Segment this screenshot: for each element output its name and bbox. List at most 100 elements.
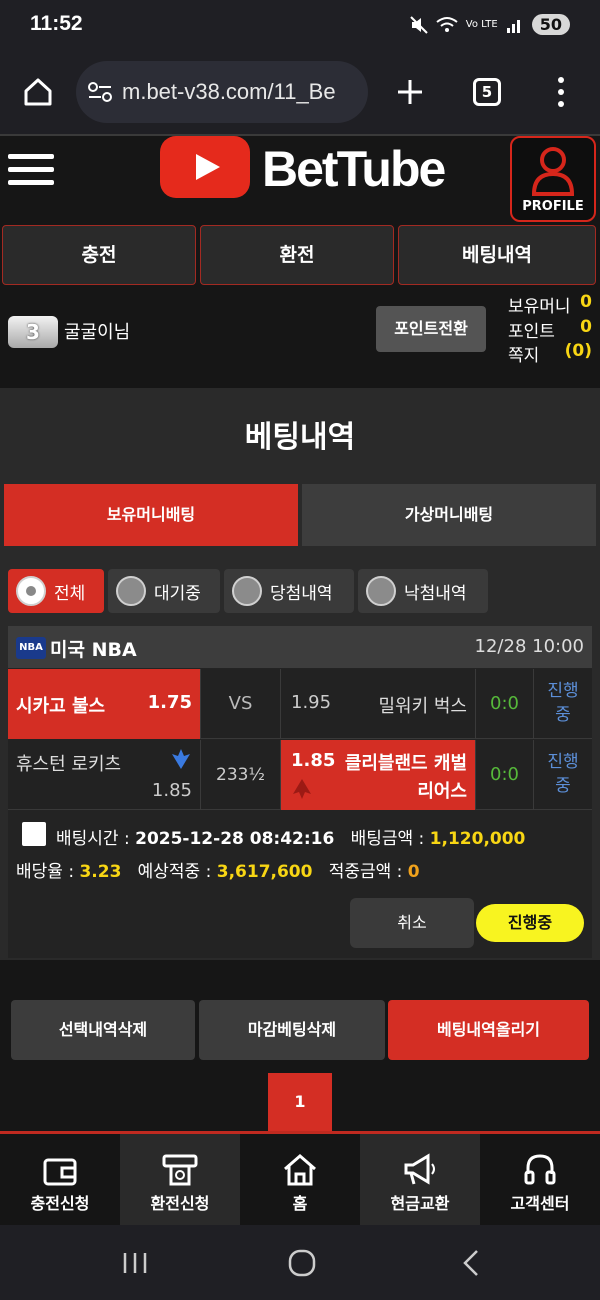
post-history-button[interactable]: 베팅내역올리기 [388, 1000, 589, 1060]
recent-apps-icon[interactable] [122, 1251, 148, 1275]
tab-real-money[interactable]: 보유머니배팅 [4, 484, 298, 546]
radio-checked-icon [16, 576, 46, 606]
money-value: 0 [580, 292, 592, 312]
home-pick-selected[interactable]: 시카고 불스 1.75 [8, 669, 201, 739]
home-odds: 1.85 [151, 780, 192, 801]
home-team: 휴스턴 로키츠 [16, 754, 122, 775]
filter-all[interactable]: 전체 [8, 569, 104, 613]
clock: 11:52 [30, 12, 83, 35]
nav-label: 고객센터 [510, 1194, 570, 1213]
address-bar[interactable]: m.bet-v38.com/11_Be [76, 61, 368, 123]
away-team: 밀워키 벅스 [378, 696, 467, 717]
away-pick-selected[interactable]: 1.85 클리블랜드 캐벌리어스 [281, 740, 476, 810]
site-logo[interactable]: BetTube [262, 140, 446, 198]
money-row: 보유머니 0 [508, 292, 592, 317]
tab-switcher-button[interactable]: 5 [473, 78, 501, 106]
home-icon[interactable] [22, 76, 54, 108]
home-pick[interactable]: 휴스턴 로키츠 1.85 [8, 740, 201, 810]
nav-charge[interactable]: 충전신청 [0, 1134, 120, 1226]
point-row: 포인트 0 [508, 317, 592, 342]
mute-icon [410, 15, 428, 34]
delete-closed-button[interactable]: 마감베팅삭제 [199, 1000, 385, 1060]
message-label: 쪽지 [508, 346, 540, 366]
score: 0:0 [476, 669, 534, 739]
point-label: 포인트 [508, 322, 555, 342]
menu-icon[interactable] [8, 154, 54, 193]
wallet-icon [43, 1158, 77, 1186]
more-menu-icon[interactable] [556, 76, 566, 108]
headset-icon [524, 1154, 556, 1185]
message-row[interactable]: 쪽지 (0) [508, 341, 592, 366]
charge-button[interactable]: 충전 [2, 225, 196, 285]
point-value: 0 [580, 317, 592, 337]
bet-amount-label: 배팅금액 : [350, 829, 425, 849]
nav-home[interactable]: 홈 [240, 1134, 360, 1226]
radio-icon [232, 576, 262, 606]
browser-toolbar: m.bet-v38.com/11_Be 5 [0, 56, 600, 134]
back-icon[interactable] [462, 1249, 480, 1277]
away-odds: 1.85 [291, 750, 336, 771]
bet-history-button[interactable]: 베팅내역 [398, 225, 596, 285]
odds-label: 배당율 : [16, 862, 75, 882]
table-row: 휴스턴 로키츠 1.85 233½ 1.85 클리블랜드 캐벌리어스 0:0 진… [8, 740, 592, 810]
radio-icon [116, 576, 146, 606]
filter-lost[interactable]: 낙첨내역 [358, 569, 488, 613]
under-arrow-icon [172, 749, 190, 769]
status-badge: 진행중 [476, 904, 584, 942]
filter-won[interactable]: 당첨내역 [224, 569, 354, 613]
page-title: 베팅내역 [244, 420, 356, 455]
nav-withdraw[interactable]: 환전신청 [120, 1134, 240, 1226]
logo-play-icon[interactable] [160, 136, 250, 198]
volte-label: Vo LTE [465, 19, 498, 30]
game-status: 진행중 [547, 681, 579, 725]
point-convert-button[interactable]: 포인트전환 [376, 306, 486, 352]
nav-label: 환전신청 [150, 1194, 210, 1213]
wifi-icon [436, 16, 458, 32]
atm-icon [162, 1154, 198, 1186]
withdraw-button[interactable]: 환전 [200, 225, 394, 285]
game-datetime: 12/28 10:00 [474, 636, 584, 657]
profile-button[interactable]: PROFILE [510, 136, 596, 222]
total-line: 233½ [201, 740, 281, 810]
expected-label: 예상적중 : [137, 862, 212, 882]
filter-label: 대기중 [154, 583, 201, 604]
filter-label: 전체 [54, 583, 86, 604]
expected-win: 3,617,600 [216, 862, 313, 882]
system-nav-bar [0, 1225, 600, 1300]
radio-icon [366, 576, 396, 606]
home-button-icon[interactable] [288, 1249, 316, 1277]
nav-support[interactable]: 고객센터 [480, 1134, 600, 1226]
bet-time-line: 배팅시간 : 2025-12-28 08:42:16 배팅금액 : 1,120,… [56, 824, 525, 849]
username: 굴굴이님 [64, 322, 131, 343]
filter-label: 낙첨내역 [404, 583, 467, 604]
score: 0:0 [476, 740, 534, 810]
new-tab-icon[interactable] [396, 78, 424, 106]
nav-label: 현금교환 [390, 1194, 450, 1213]
filter-label: 당첨내역 [270, 583, 333, 604]
tab-virtual-money[interactable]: 가상머니배팅 [302, 484, 596, 546]
delete-selected-button[interactable]: 선택내역삭제 [11, 1000, 195, 1060]
site-header: BetTube PROFILE [0, 134, 600, 222]
money-label: 보유머니 [508, 297, 571, 317]
site-settings-icon[interactable] [88, 81, 112, 103]
message-count: (0) [564, 341, 592, 361]
league-header: NBA 미국 NBA 12/28 10:00 [8, 626, 592, 668]
pagination-page-1[interactable]: 1 [268, 1073, 332, 1131]
bet-time: 2025-12-28 08:42:16 [135, 829, 335, 849]
status-bar: 11:52 Vo LTE 50 [0, 0, 600, 56]
bet-time-label: 배팅시간 : [56, 829, 130, 849]
away-pick[interactable]: 1.95 밀워키 벅스 [281, 669, 476, 739]
bottom-nav: 충전신청 환전신청 홈 현금교환 고객센터 [0, 1131, 600, 1226]
away-odds: 1.95 [291, 692, 332, 713]
nav-cash-exchange[interactable]: 현금교환 [360, 1134, 480, 1226]
filter-pending[interactable]: 대기중 [108, 569, 220, 613]
league-name: 미국 NBA [50, 639, 137, 661]
cancel-button[interactable]: 취소 [350, 898, 474, 948]
home-team: 시카고 불스 [16, 696, 106, 717]
nav-label: 홈 [292, 1194, 308, 1213]
away-team: 클리블랜드 캐벌리어스 [344, 753, 467, 802]
bet-amount: 1,120,000 [429, 829, 526, 849]
url-text: m.bet-v38.com/11_Be [122, 79, 336, 104]
megaphone-icon [404, 1153, 435, 1185]
select-checkbox[interactable] [22, 822, 46, 846]
